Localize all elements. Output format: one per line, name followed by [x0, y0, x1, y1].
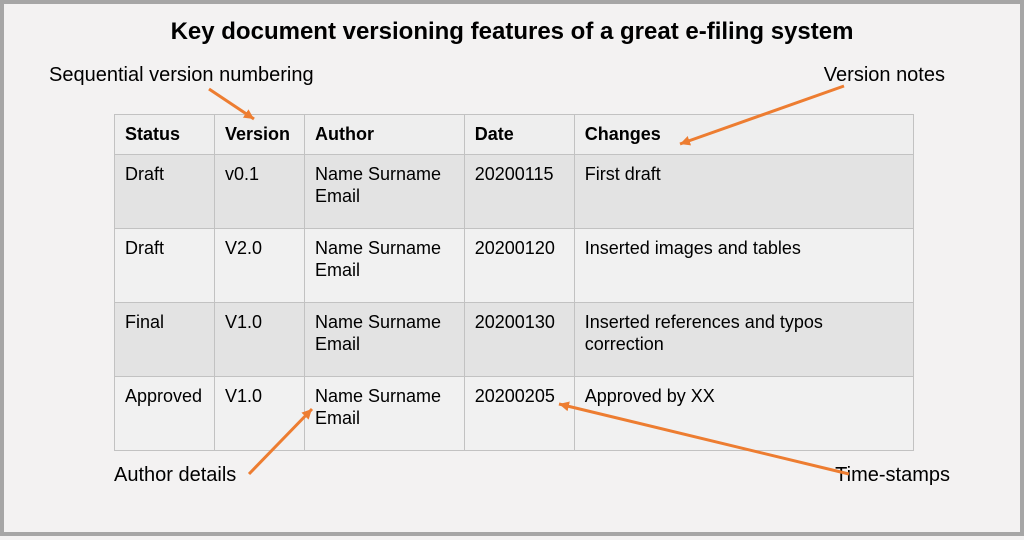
- table-row: Draft v0.1 Name Surname Email 20200115 F…: [115, 154, 914, 228]
- col-changes: Changes: [574, 115, 913, 155]
- cell-date: 20200205: [464, 376, 574, 450]
- cell-status: Draft: [115, 228, 215, 302]
- col-date: Date: [464, 115, 574, 155]
- cell-changes: Inserted images and tables: [574, 228, 913, 302]
- table-row: Final V1.0 Name Surname Email 20200130 I…: [115, 302, 914, 376]
- table-header-row: Status Version Author Date Changes: [115, 115, 914, 155]
- cell-version: V2.0: [214, 228, 304, 302]
- cell-status: Final: [115, 302, 215, 376]
- version-table: Status Version Author Date Changes Draft…: [114, 114, 914, 451]
- page-title: Key document versioning features of a gr…: [4, 18, 1020, 46]
- table-row: Approved V1.0 Name Surname Email 2020020…: [115, 376, 914, 450]
- cell-changes: Approved by XX: [574, 376, 913, 450]
- table-row: Draft V2.0 Name Surname Email 20200120 I…: [115, 228, 914, 302]
- col-author: Author: [304, 115, 464, 155]
- callout-author-details: Author details: [114, 464, 236, 487]
- cell-version: v0.1: [214, 154, 304, 228]
- callout-time-stamps: Time-stamps: [835, 464, 950, 487]
- cell-version: V1.0: [214, 376, 304, 450]
- cell-date: 20200120: [464, 228, 574, 302]
- cell-author: Name Surname Email: [304, 376, 464, 450]
- cell-changes: First draft: [574, 154, 913, 228]
- cell-version: V1.0: [214, 302, 304, 376]
- version-table-container: Status Version Author Date Changes Draft…: [114, 114, 914, 451]
- cell-changes: Inserted references and typos correction: [574, 302, 913, 376]
- cell-author: Name Surname Email: [304, 154, 464, 228]
- cell-status: Draft: [115, 154, 215, 228]
- col-status: Status: [115, 115, 215, 155]
- col-version: Version: [214, 115, 304, 155]
- cell-date: 20200115: [464, 154, 574, 228]
- cell-author: Name Surname Email: [304, 302, 464, 376]
- cell-status: Approved: [115, 376, 215, 450]
- cell-date: 20200130: [464, 302, 574, 376]
- cell-author: Name Surname Email: [304, 228, 464, 302]
- callout-version-notes: Version notes: [824, 64, 945, 87]
- callout-version-numbering: Sequential version numbering: [49, 64, 314, 87]
